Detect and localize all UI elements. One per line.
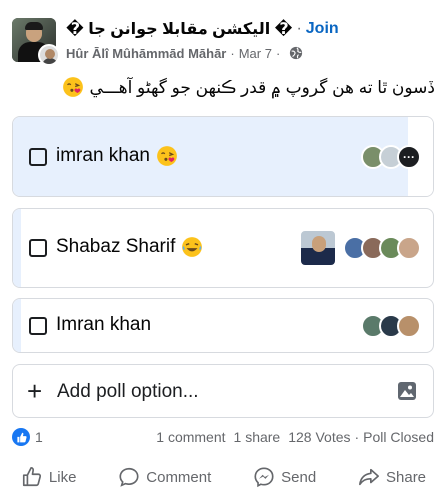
voter-avatar bbox=[397, 314, 421, 338]
reaction-count[interactable]: 1 bbox=[35, 429, 43, 445]
kissing-heart-emoji-icon bbox=[62, 77, 83, 97]
laughing-tears-emoji-icon bbox=[182, 237, 203, 257]
like-reaction-icon[interactable] bbox=[12, 428, 30, 446]
like-button[interactable]: Like bbox=[21, 466, 77, 488]
globe-icon bbox=[290, 46, 303, 60]
post-text: ڏسون ٿا ته هن گروپ ۾ قدر ڪنهن جو گهڻو آه… bbox=[62, 75, 435, 99]
poll-option-text: imran khan bbox=[56, 145, 178, 167]
separator-dot: · bbox=[230, 45, 235, 61]
add-option-placeholder[interactable]: Add poll option... bbox=[57, 381, 199, 403]
comment-button[interactable]: Comment bbox=[118, 466, 211, 488]
poll-option[interactable]: Shabaz Sharif bbox=[12, 208, 434, 288]
poll-option-text: Imran khan bbox=[56, 314, 151, 336]
post-meta: Hûr Ālî Mûhāmmād Māhār · Mar 7 · bbox=[66, 44, 303, 62]
messenger-icon bbox=[254, 467, 274, 488]
vote-count[interactable]: 128 Votes bbox=[288, 429, 350, 445]
kissing-heart-emoji-icon bbox=[157, 146, 177, 166]
author-name[interactable]: Hûr Ālî Mûhāmmād Māhār bbox=[66, 46, 226, 61]
like-label: Like bbox=[48, 468, 77, 486]
poll-option-label: Imran khan bbox=[56, 314, 152, 335]
plus-icon: + bbox=[27, 376, 43, 406]
share-arrow-icon bbox=[359, 468, 379, 486]
poll-option-fill bbox=[13, 299, 22, 352]
comment-count[interactable]: 1 comment bbox=[156, 429, 225, 445]
voter-avatars[interactable]: ··· bbox=[361, 145, 421, 169]
poll-checkbox[interactable] bbox=[29, 239, 47, 257]
action-bar: Like Comment Send Share bbox=[0, 462, 447, 492]
group-name[interactable]: � الیکشن مقابلا جوانن جا � bbox=[66, 19, 292, 39]
poll-checkbox[interactable] bbox=[29, 317, 47, 335]
group-title-line: � الیکشن مقابلا جوانن جا � · Join bbox=[66, 18, 446, 40]
voter-avatars[interactable] bbox=[299, 229, 421, 267]
poll-status: Poll Closed bbox=[363, 429, 434, 445]
join-button[interactable]: Join bbox=[306, 20, 339, 38]
share-label: Share bbox=[386, 468, 427, 486]
separator-dot: · bbox=[354, 429, 360, 445]
post-date[interactable]: Mar 7 bbox=[239, 46, 272, 61]
poll-option-text: Shabaz Sharif bbox=[56, 236, 203, 258]
poll-option-fill bbox=[13, 209, 22, 287]
poll-checkbox[interactable] bbox=[29, 148, 47, 166]
voter-avatar bbox=[397, 236, 421, 260]
separator-dot: · bbox=[296, 20, 302, 37]
send-button[interactable]: Send bbox=[253, 466, 316, 488]
poll-option-label: Shabaz Sharif bbox=[56, 236, 176, 257]
share-button[interactable]: Share bbox=[358, 466, 426, 488]
author-avatar[interactable] bbox=[38, 44, 60, 66]
poll-option-label: imran khan bbox=[56, 145, 150, 166]
poll-option[interactable]: Imran khan bbox=[12, 298, 434, 353]
voter-avatar bbox=[299, 229, 337, 267]
comment-icon bbox=[119, 467, 139, 487]
post-stats: 1 1 comment 1 share 128 Votes · Poll Clo… bbox=[12, 428, 434, 446]
poll-option[interactable]: imran khan ··· bbox=[12, 116, 434, 197]
share-count[interactable]: 1 share bbox=[234, 429, 281, 445]
stats-right: 1 comment 1 share 128 Votes · Poll Close… bbox=[148, 428, 434, 446]
separator-dot: · bbox=[275, 45, 281, 61]
voter-avatars[interactable] bbox=[361, 314, 421, 338]
more-voters-icon[interactable]: ··· bbox=[397, 145, 421, 169]
thumbs-up-icon bbox=[22, 467, 41, 487]
comment-label: Comment bbox=[146, 468, 212, 486]
post-header: � الیکشن مقابلا جوانن جا � · Join Hûr Āl… bbox=[12, 18, 437, 66]
send-label: Send bbox=[281, 468, 317, 486]
post-body: ڏسون ٿا ته هن گروپ ۾ قدر ڪنهن جو گهڻو آه… bbox=[89, 77, 435, 97]
add-poll-option[interactable]: + Add poll option... bbox=[12, 364, 434, 418]
photo-icon[interactable] bbox=[397, 381, 417, 401]
